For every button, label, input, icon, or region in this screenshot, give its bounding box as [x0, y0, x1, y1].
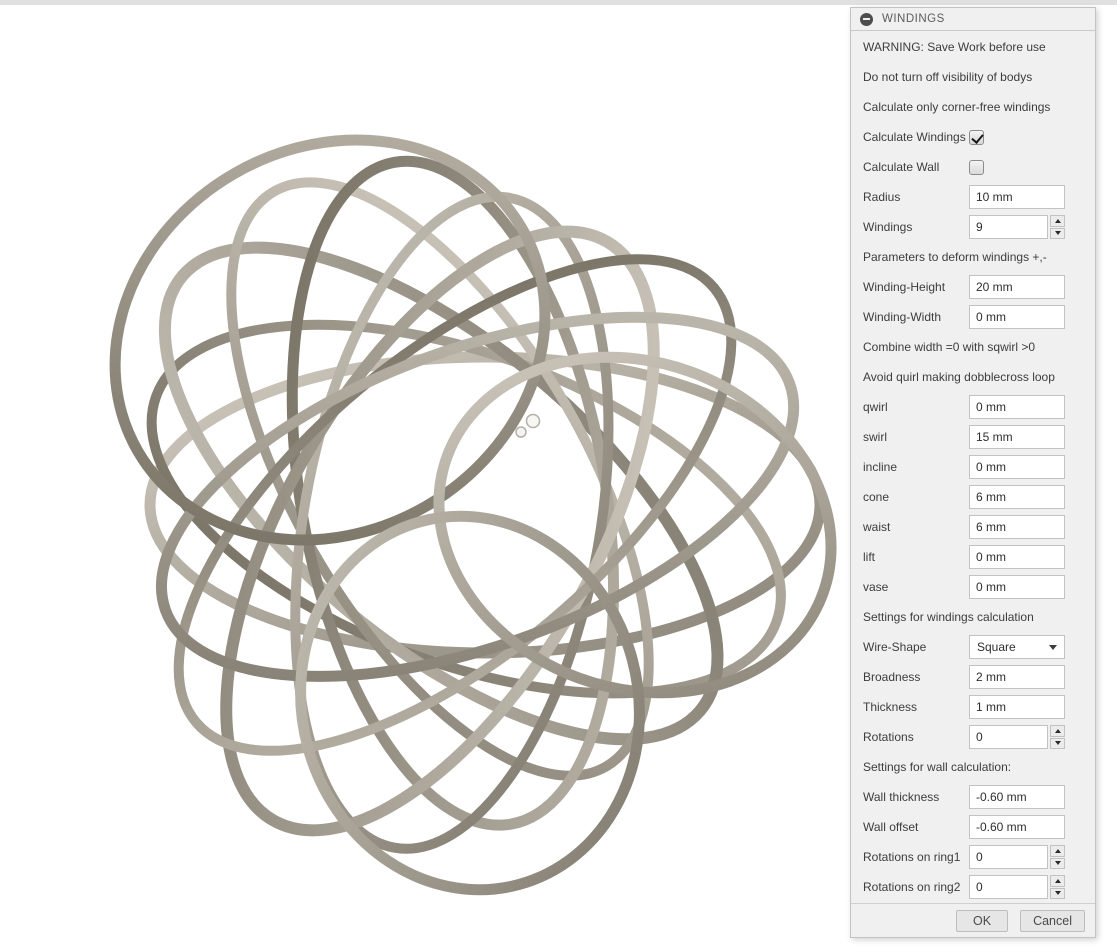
caret-up-icon — [1054, 878, 1061, 883]
incline-input[interactable] — [969, 455, 1065, 479]
winding-width-label: Winding-Width — [863, 310, 942, 324]
viewport-3d[interactable] — [0, 5, 850, 946]
section-avoid: Avoid quirl making dobblecross loop — [863, 370, 1055, 384]
ring2-spin-up[interactable] — [1050, 875, 1065, 887]
caret-down-icon — [1049, 644, 1057, 650]
row-thickness: Thickness — [851, 692, 1095, 722]
row-rotations: Rotations — [851, 722, 1095, 752]
dialog-header: WINDINGS — [851, 8, 1095, 31]
calculate-wall-checkbox[interactable] — [969, 159, 984, 175]
incline-label: incline — [863, 460, 898, 474]
row-wall-thickness: Wall thickness — [851, 782, 1095, 812]
winding-height-label: Winding-Height — [863, 280, 946, 294]
row-calculate-windings: Calculate Windings — [851, 122, 1095, 152]
cancel-button[interactable]: Cancel — [1020, 909, 1085, 932]
thickness-input[interactable] — [969, 695, 1065, 719]
cone-label: cone — [863, 490, 890, 504]
row-cone: cone — [851, 482, 1095, 512]
rotations-spin-down[interactable] — [1050, 737, 1065, 749]
note-cornerfree: Calculate only corner-free windings — [863, 100, 1051, 114]
wire-shape-select[interactable]: Square — [969, 635, 1065, 659]
caret-up-icon — [1054, 728, 1061, 733]
caret-up-icon — [1054, 848, 1061, 853]
windings-model — [109, 134, 837, 896]
wire-shape-value: Square — [977, 640, 1016, 654]
broadness-input[interactable] — [969, 665, 1065, 689]
rotations-ring2-input[interactable] — [969, 875, 1048, 899]
row-vase: vase — [851, 572, 1095, 602]
calculate-windings-label: Calculate Windings — [863, 130, 966, 144]
section-combine: Combine width =0 with sqwirl >0 — [863, 340, 1036, 354]
wall-thickness-input[interactable] — [969, 785, 1065, 809]
wall-offset-label: Wall offset — [863, 820, 919, 834]
row-wall-offset: Wall offset — [851, 812, 1095, 842]
wall-offset-input[interactable] — [969, 815, 1065, 839]
rotations-ring2-label: Rotations on ring2 — [863, 880, 961, 894]
note-visibility: Do not turn off visibility of bodys — [863, 70, 1033, 84]
row-qwirl: qwirl — [851, 392, 1095, 422]
caret-down-icon — [1054, 231, 1061, 236]
section-wall-calc: Settings for wall calculation: — [863, 760, 1012, 774]
waist-label: waist — [863, 520, 891, 534]
radius-label: Radius — [863, 190, 901, 204]
winding-height-input[interactable] — [969, 275, 1065, 299]
rotations-spin-up[interactable] — [1050, 725, 1065, 737]
calculate-windings-checkbox[interactable] — [969, 129, 984, 145]
minus-circle-icon[interactable] — [860, 12, 873, 26]
vase-input[interactable] — [969, 575, 1065, 599]
row-winding-height: Winding-Height — [851, 272, 1095, 302]
windings-input[interactable] — [969, 215, 1048, 239]
row-windings: Windings — [851, 212, 1095, 242]
section-deform: Parameters to deform windings +,- — [863, 250, 1047, 264]
qwirl-label: qwirl — [863, 400, 888, 414]
dialog-footer: OK Cancel — [851, 903, 1095, 937]
section-windings-calc: Settings for windings calculation — [863, 610, 1034, 624]
ok-button[interactable]: OK — [956, 909, 1009, 932]
rotations-label: Rotations — [863, 730, 914, 744]
wall-thickness-label: Wall thickness — [863, 790, 940, 804]
ring2-spin-down[interactable] — [1050, 887, 1065, 899]
windings-spin-down[interactable] — [1050, 227, 1065, 239]
row-broadness: Broadness — [851, 662, 1095, 692]
row-rotations-ring2: Rotations on ring2 — [851, 872, 1095, 902]
ring1-spin-down[interactable] — [1050, 857, 1065, 869]
row-wire-shape: Wire-Shape Square — [851, 632, 1095, 662]
windings-dialog: WINDINGS WARNING: Save Work before use D… — [850, 7, 1096, 938]
row-rotations-ring1: Rotations on ring1 — [851, 842, 1095, 872]
dialog-body: WARNING: Save Work before use Do not tur… — [851, 32, 1095, 903]
rotations-input[interactable] — [969, 725, 1048, 749]
row-swirl: swirl — [851, 422, 1095, 452]
swirl-input[interactable] — [969, 425, 1065, 449]
qwirl-input[interactable] — [969, 395, 1065, 419]
caret-down-icon — [1054, 861, 1061, 866]
vase-label: vase — [863, 580, 889, 594]
row-lift: lift — [851, 542, 1095, 572]
caret-down-icon — [1054, 741, 1061, 746]
lift-label: lift — [863, 550, 875, 564]
rotations-ring1-input[interactable] — [969, 845, 1048, 869]
dialog-title: WINDINGS — [882, 13, 945, 25]
ring1-spin-up[interactable] — [1050, 845, 1065, 857]
calculate-wall-label: Calculate Wall — [863, 160, 940, 174]
note-warning: WARNING: Save Work before use — [863, 40, 1046, 54]
broadness-label: Broadness — [863, 670, 921, 684]
thickness-label: Thickness — [863, 700, 918, 714]
row-winding-width: Winding-Width — [851, 302, 1095, 332]
cone-input[interactable] — [969, 485, 1065, 509]
row-calculate-wall: Calculate Wall — [851, 152, 1095, 182]
caret-up-icon — [1054, 218, 1061, 223]
wire-shape-label: Wire-Shape — [863, 640, 927, 654]
radius-input[interactable] — [969, 185, 1065, 209]
windings-label: Windings — [863, 220, 913, 234]
row-waist: waist — [851, 512, 1095, 542]
lift-input[interactable] — [969, 545, 1065, 569]
row-incline: incline — [851, 452, 1095, 482]
row-radius: Radius — [851, 182, 1095, 212]
rotations-ring1-label: Rotations on ring1 — [863, 850, 961, 864]
swirl-label: swirl — [863, 430, 887, 444]
winding-width-input[interactable] — [969, 305, 1065, 329]
waist-input[interactable] — [969, 515, 1065, 539]
windings-spin-up[interactable] — [1050, 215, 1065, 227]
caret-down-icon — [1054, 891, 1061, 896]
